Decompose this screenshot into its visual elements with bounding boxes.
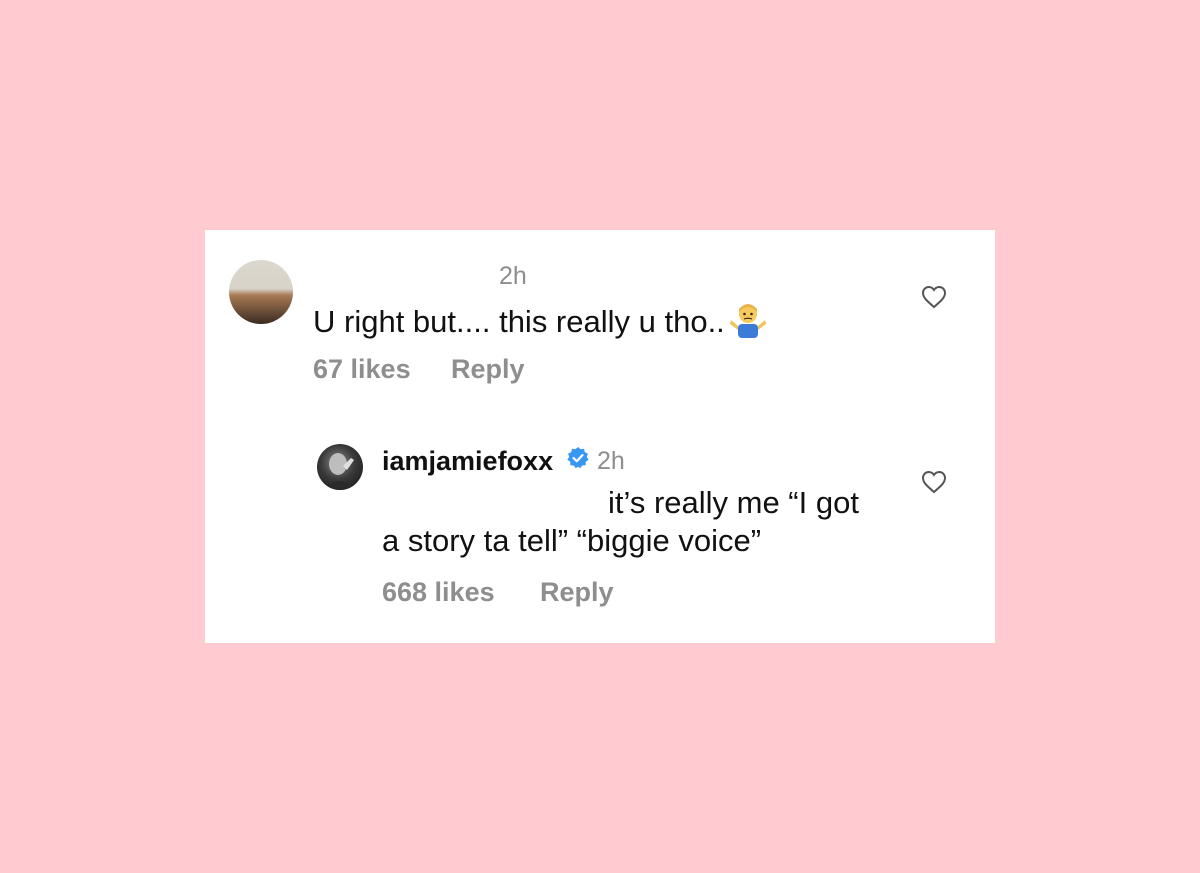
avatar-photo-icon [325, 453, 355, 490]
username[interactable]: iamjamiefoxx [382, 446, 553, 477]
reply-button[interactable]: Reply [451, 354, 525, 385]
jamie-foxx-avatar[interactable] [317, 444, 363, 490]
comment-time: 2h [499, 262, 527, 290]
reply-text-line-2: a story ta tell” “biggie voice” [382, 523, 762, 558]
reply-text-line-1: it’s really me “I got [608, 485, 859, 520]
reply-like-heart-icon[interactable] [921, 470, 947, 494]
person-shrugging-emoji-icon [729, 300, 767, 347]
likes-count[interactable]: 67 likes [313, 354, 411, 385]
comments-card: 2h U right but.... this really u tho.. 6… [205, 230, 995, 643]
reply-likes-count[interactable]: 668 likes [382, 577, 495, 608]
reply-reply-button[interactable]: Reply [540, 577, 614, 608]
commenter-avatar[interactable] [229, 260, 293, 324]
comment-text: U right but.... this really u tho.. [313, 300, 767, 347]
verified-badge-icon [567, 447, 589, 469]
reply-time: 2h [597, 447, 625, 475]
like-heart-icon[interactable] [921, 285, 947, 309]
